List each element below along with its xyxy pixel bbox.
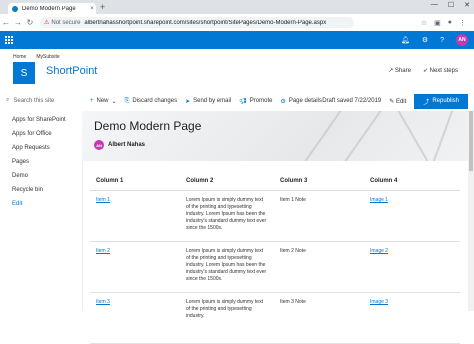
tab-close-icon[interactable]: × bbox=[88, 6, 96, 12]
extension-icon[interactable]: ▣ bbox=[434, 19, 441, 27]
minimize-button[interactable]: — bbox=[431, 1, 438, 9]
image-link[interactable]: Image 2 bbox=[370, 248, 388, 254]
site-name[interactable]: ShortPoint bbox=[46, 65, 97, 77]
send-by-email-button[interactable]: ➤ Send by email bbox=[185, 98, 231, 105]
search-icon: ⌕ bbox=[6, 97, 10, 103]
browser-tab[interactable]: Demo Modern Page × bbox=[8, 3, 96, 14]
note-cell: Item 2 Note bbox=[274, 241, 364, 293]
forward-arrow-icon[interactable]: → bbox=[12, 18, 24, 27]
nav-item-app-requests[interactable]: App Requests bbox=[12, 141, 66, 155]
user-avatar[interactable]: AN bbox=[456, 34, 468, 46]
page-details-button[interactable]: ⚙ Page details bbox=[280, 98, 321, 105]
image-link[interactable]: Image 1 bbox=[370, 197, 388, 203]
not-secure-label: Not secure bbox=[51, 19, 81, 26]
left-navigation: ⌕ Search this site Apps for SharePoint A… bbox=[0, 91, 83, 311]
back-arrow-icon[interactable]: ← bbox=[0, 18, 12, 27]
suite-bar: 🔔︎ ⚙ ? AN bbox=[0, 31, 474, 49]
image-link[interactable]: Image 3 bbox=[370, 299, 388, 305]
sharepoint-favicon-icon bbox=[12, 5, 18, 12]
settings-icon: ⚙ bbox=[280, 98, 286, 105]
warning-icon: ⚠ bbox=[44, 20, 50, 26]
column-header: Column 2 bbox=[180, 172, 274, 191]
new-button[interactable]: + New ⌄ bbox=[90, 98, 117, 105]
nav-item-recycle-bin[interactable]: Recycle bin bbox=[12, 183, 66, 197]
column-header: Column 3 bbox=[274, 172, 364, 191]
republish-icon: ⤴ bbox=[423, 99, 430, 106]
note-cell: Item 1 Note bbox=[274, 190, 364, 242]
settings-gear-icon[interactable]: ⚙ bbox=[422, 36, 428, 44]
url-text: albertnahasshortpoint.sharepoint.com/sit… bbox=[84, 19, 327, 26]
edit-button[interactable]: ✎ Edit bbox=[389, 98, 406, 105]
maximize-button[interactable]: ☐ bbox=[448, 1, 454, 9]
nav-item-pages[interactable]: Pages bbox=[12, 155, 66, 169]
share-button[interactable]: ↗ Share bbox=[388, 67, 411, 74]
url-input[interactable]: ⚠ Not secure albertnahasshortpoint.share… bbox=[40, 17, 354, 28]
item-link[interactable]: Item 3 bbox=[96, 299, 110, 305]
send-icon: ➤ bbox=[185, 98, 191, 105]
table-row: Item 1 Lorem Ipsum is simply dummy text … bbox=[90, 190, 460, 242]
app-launcher-icon[interactable] bbox=[5, 36, 13, 44]
discard-icon: ⎘ bbox=[124, 97, 130, 104]
share-icon: ↗ bbox=[388, 68, 394, 74]
nav-item-apps-for-office[interactable]: Apps for Office bbox=[12, 127, 66, 141]
description-cell: Lorem Ipsum is simply dummy text of the … bbox=[180, 292, 274, 344]
browser-titlebar: Demo Modern Page × + — ☐ ✕ bbox=[0, 0, 474, 14]
breadcrumb-mysubsite[interactable]: MySubsite bbox=[36, 54, 59, 60]
address-bar: ← → ↻ ⚠ Not secure albertnahasshortpoint… bbox=[0, 14, 474, 32]
site-header: Home MySubsite S ShortPoint ↗ Share ➶ Ne… bbox=[0, 49, 474, 91]
table-row: Item 3 Lorem Ipsum is simply dummy text … bbox=[90, 292, 460, 344]
content-table: Column 1 Column 2 Column 3 Column 4 Item… bbox=[90, 172, 460, 344]
column-header: Column 1 bbox=[90, 172, 180, 191]
note-cell: Item 3 Note bbox=[274, 292, 364, 344]
nav-item-apps-for-sharepoint[interactable]: Apps for SharePoint bbox=[12, 113, 66, 127]
reload-icon[interactable]: ↻ bbox=[24, 18, 36, 27]
table-row: Item 2 Lorem Ipsum is simply dummy text … bbox=[90, 241, 460, 293]
item-link[interactable]: Item 1 bbox=[96, 197, 110, 203]
plus-icon: + bbox=[90, 98, 94, 104]
site-search[interactable]: ⌕ Search this site bbox=[6, 97, 54, 104]
rocket-icon: ➶ bbox=[422, 68, 428, 74]
page-title-area: Demo Modern Page AN Albert Nahas bbox=[82, 111, 468, 161]
item-link[interactable]: Item 2 bbox=[96, 248, 110, 254]
draft-status: Draft saved 7/22/2019 bbox=[322, 98, 382, 104]
scrollbar-thumb[interactable] bbox=[469, 111, 473, 171]
author-byline: AN Albert Nahas bbox=[94, 140, 145, 150]
window-controls: — ☐ ✕ bbox=[431, 1, 470, 9]
description-cell: Lorem Ipsum is simply dummy text of the … bbox=[180, 241, 274, 293]
close-window-button[interactable]: ✕ bbox=[464, 1, 470, 9]
page-title[interactable]: Demo Modern Page bbox=[94, 119, 201, 133]
new-tab-button[interactable]: + bbox=[100, 2, 105, 12]
promote-button[interactable]: 📢︎ Promote bbox=[239, 98, 272, 105]
republish-button[interactable]: ⤴ Republish bbox=[414, 93, 468, 109]
notifications-bell-icon[interactable]: 🔔︎ bbox=[401, 36, 410, 44]
column-header: Column 4 bbox=[364, 172, 460, 191]
author-name[interactable]: Albert Nahas bbox=[108, 142, 145, 148]
help-icon[interactable]: ? bbox=[440, 37, 444, 44]
page-scrollbar[interactable] bbox=[468, 111, 474, 311]
pencil-icon: ✎ bbox=[389, 98, 395, 105]
description-cell: Lorem Ipsum is simply dummy text of the … bbox=[180, 190, 274, 242]
breadcrumb: Home MySubsite bbox=[13, 54, 60, 60]
megaphone-icon: 📢︎ bbox=[239, 98, 247, 105]
nav-edit-link[interactable]: Edit bbox=[12, 197, 66, 211]
search-placeholder: Search this site bbox=[13, 97, 55, 104]
site-logo[interactable]: S bbox=[13, 62, 35, 84]
table-header-row: Column 1 Column 2 Column 3 Column 4 bbox=[90, 172, 460, 191]
chevron-down-icon: ⌄ bbox=[111, 98, 117, 105]
command-bar: + New ⌄ ⎘ Discard changes ➤ Send by email 📢︎… bbox=[82, 91, 474, 112]
browser-menu-icon[interactable]: ⋮ bbox=[459, 19, 466, 27]
nav-item-demo[interactable]: Demo bbox=[12, 169, 66, 183]
bookmark-star-icon[interactable]: ☆ bbox=[421, 19, 427, 27]
profile-icon[interactable]: ● bbox=[448, 19, 452, 26]
discard-changes-button[interactable]: ⎘ Discard changes bbox=[125, 98, 178, 105]
author-avatar: AN bbox=[94, 140, 104, 150]
tab-title: Demo Modern Page bbox=[22, 5, 76, 12]
breadcrumb-home[interactable]: Home bbox=[13, 54, 26, 60]
next-steps-button[interactable]: ➶ Next steps bbox=[423, 67, 458, 74]
